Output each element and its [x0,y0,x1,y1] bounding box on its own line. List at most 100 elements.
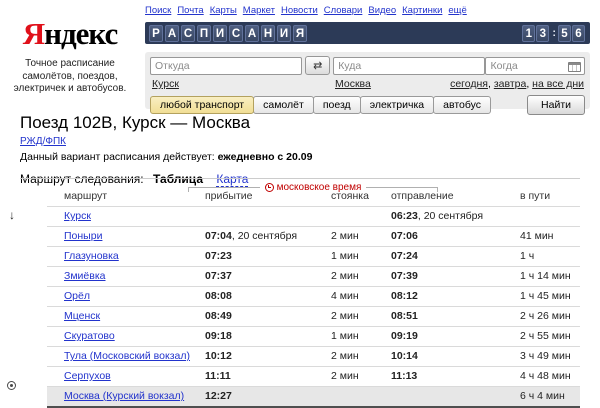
schedule-section: московское время ↓ маршрут прибытие стоянк… [7,178,580,408]
station-link[interactable]: Тула (Московский вокзал) [64,350,190,362]
station-link[interactable]: Москва (Курский вокзал) [64,390,184,402]
page-title: Поезд 102В, Курск — Москва [20,113,251,132]
arrival-cell: 07:23 [205,246,331,267]
arrival-time: 12:27 [205,390,232,402]
departure-time: 07:39 [391,270,418,282]
top-nav-link-7[interactable]: Видео [368,5,396,16]
station-link[interactable]: Поныри [64,230,102,242]
search-fields-row: ⇄ [150,56,585,75]
top-nav-link-1[interactable]: Поиск [145,5,171,16]
carrier-link[interactable]: РЖД/ФПК [20,136,66,147]
validity-value: ежедневно с 20.09 [217,151,313,163]
from-input[interactable] [150,56,303,75]
travel-time-cell: 1 ч 14 мин [520,266,580,287]
station-cell: Тула (Московский вокзал) [47,346,205,367]
from-suggestion-link[interactable]: Курск [152,78,179,90]
search-suggestions-row: Курск Москва сегодня, завтра, на все дни [150,77,585,92]
travel-time-cell: 3 ч 49 мин [520,346,580,367]
departure-cell: 07:39 [391,266,520,287]
travel-time-cell: 1 ч 45 мин [520,286,580,307]
arrival-cell: 09:18 [205,326,331,347]
top-nav-link-5[interactable]: Новости [281,5,318,16]
swap-directions-button[interactable]: ⇄ [305,56,331,75]
departure-cell: 06:23, 20 сентября [391,206,520,227]
clock-colon: : [552,27,556,39]
route-end-target-icon [7,381,16,390]
stop-cell: 2 мин [331,226,391,247]
banner-title-letters: РАСПИСАНИЯ [149,24,309,42]
to-suggestion-link[interactable]: Москва [335,78,371,90]
top-nav-link-3[interactable]: Карты [210,5,237,16]
banner-letter-tile: С [229,24,243,42]
departure-cell: 11:13 [391,366,520,387]
arrival-time: 10:12 [205,350,232,362]
table-row: Скуратово 09:18 1 мин 09:19 2 ч 55 мин [47,326,580,347]
transport-tab-автобус[interactable]: автобус [433,96,492,114]
banner-letter-tile: С [181,24,195,42]
station-cell: Серпухов [47,366,205,387]
station-cell: Москва (Курский вокзал) [47,386,205,408]
station-link[interactable]: Курск [64,210,91,222]
banner-letter-tile: Р [149,24,163,42]
arrival-time: 09:18 [205,330,232,342]
travel-time-cell: 2 ч 55 мин [520,326,580,347]
stop-cell: 2 мин [331,266,391,287]
departure-cell: 07:24 [391,246,520,267]
station-link[interactable]: Скуратово [64,330,115,342]
stop-cell: 2 мин [331,366,391,387]
travel-time-cell: 4 ч 48 мин [520,366,580,387]
to-input[interactable] [333,56,486,75]
departure-time: 10:14 [391,350,418,362]
station-link[interactable]: Серпухов [64,370,111,382]
departure-cell [391,386,520,408]
arrival-cell: 11:11 [205,366,331,387]
find-button[interactable]: Найти [527,95,585,115]
when-quick-link-2[interactable]: завтра [494,78,527,90]
stop-cell [331,386,391,408]
top-nav: Поиск Почта Карты Маркет Новости Словари Видео… [145,5,467,16]
station-cell: Курск [47,206,205,227]
transport-tab-самолёт[interactable]: самолёт [253,96,314,114]
arrival-time: 07:04 [205,230,232,242]
banner-letter-tile: П [197,24,211,42]
table-row: Орёл 08:08 4 мин 08:12 1 ч 45 мин [47,286,580,307]
station-cell: Орёл [47,286,205,307]
station-link[interactable]: Мценск [64,310,100,322]
arrival-time: 08:08 [205,290,232,302]
transport-tab-любой-транспорт[interactable]: любой транспорт [150,96,255,114]
schedule-table-body: Курск 06:23, 20 сентября Поныри 07:04, 20 с… [47,206,580,408]
departure-cell: 08:12 [391,286,520,307]
when-quick-link-1[interactable]: сегодня [450,78,488,90]
station-cell: Змиёвка [47,266,205,287]
station-link[interactable]: Змиёвка [64,270,106,282]
banner-letter-tile: Н [261,24,275,42]
table-row: Мценск 08:49 2 мин 08:51 2 ч 26 мин [47,306,580,327]
clock-digit-tile: 1 [522,24,536,42]
table-row: Тула (Московский вокзал) 10:12 2 мин 10:14 3… [47,346,580,367]
arrival-cell: 12:27 [205,386,331,408]
station-link[interactable]: Глазуновка [64,250,119,262]
transport-tab-поезд[interactable]: поезд [312,96,361,114]
station-cell: Скуратово [47,326,205,347]
calendar-icon[interactable] [568,61,581,72]
arrival-time: 07:37 [205,270,232,282]
top-nav-link-4[interactable]: Маркет [243,5,275,16]
schedules-banner[interactable]: РАСПИСАНИЯ 13:56 [145,22,590,44]
yandex-logo[interactable]: Яндекс [0,16,140,52]
departure-time: 09:19 [391,330,418,342]
station-link[interactable]: Орёл [64,290,90,302]
top-nav-link-9[interactable]: ещё [448,5,466,16]
departure-time: 11:13 [391,370,418,382]
bracket-line-left [188,187,260,192]
top-nav-link-2[interactable]: Почта [177,5,203,16]
arrival-cell: 08:08 [205,286,331,307]
stop-cell: 1 мин [331,246,391,267]
arrival-cell: 07:37 [205,266,331,287]
column-header-1: маршрут [64,190,108,202]
top-nav-link-8[interactable]: Картинки [402,5,442,16]
banner-letter-tile: А [245,24,259,42]
transport-tab-электричка[interactable]: электричка [359,96,435,114]
travel-time-cell: 2 ч 26 мин [520,306,580,327]
top-nav-link-6[interactable]: Словари [324,5,363,16]
when-quick-link-3[interactable]: на все дни [532,78,584,90]
